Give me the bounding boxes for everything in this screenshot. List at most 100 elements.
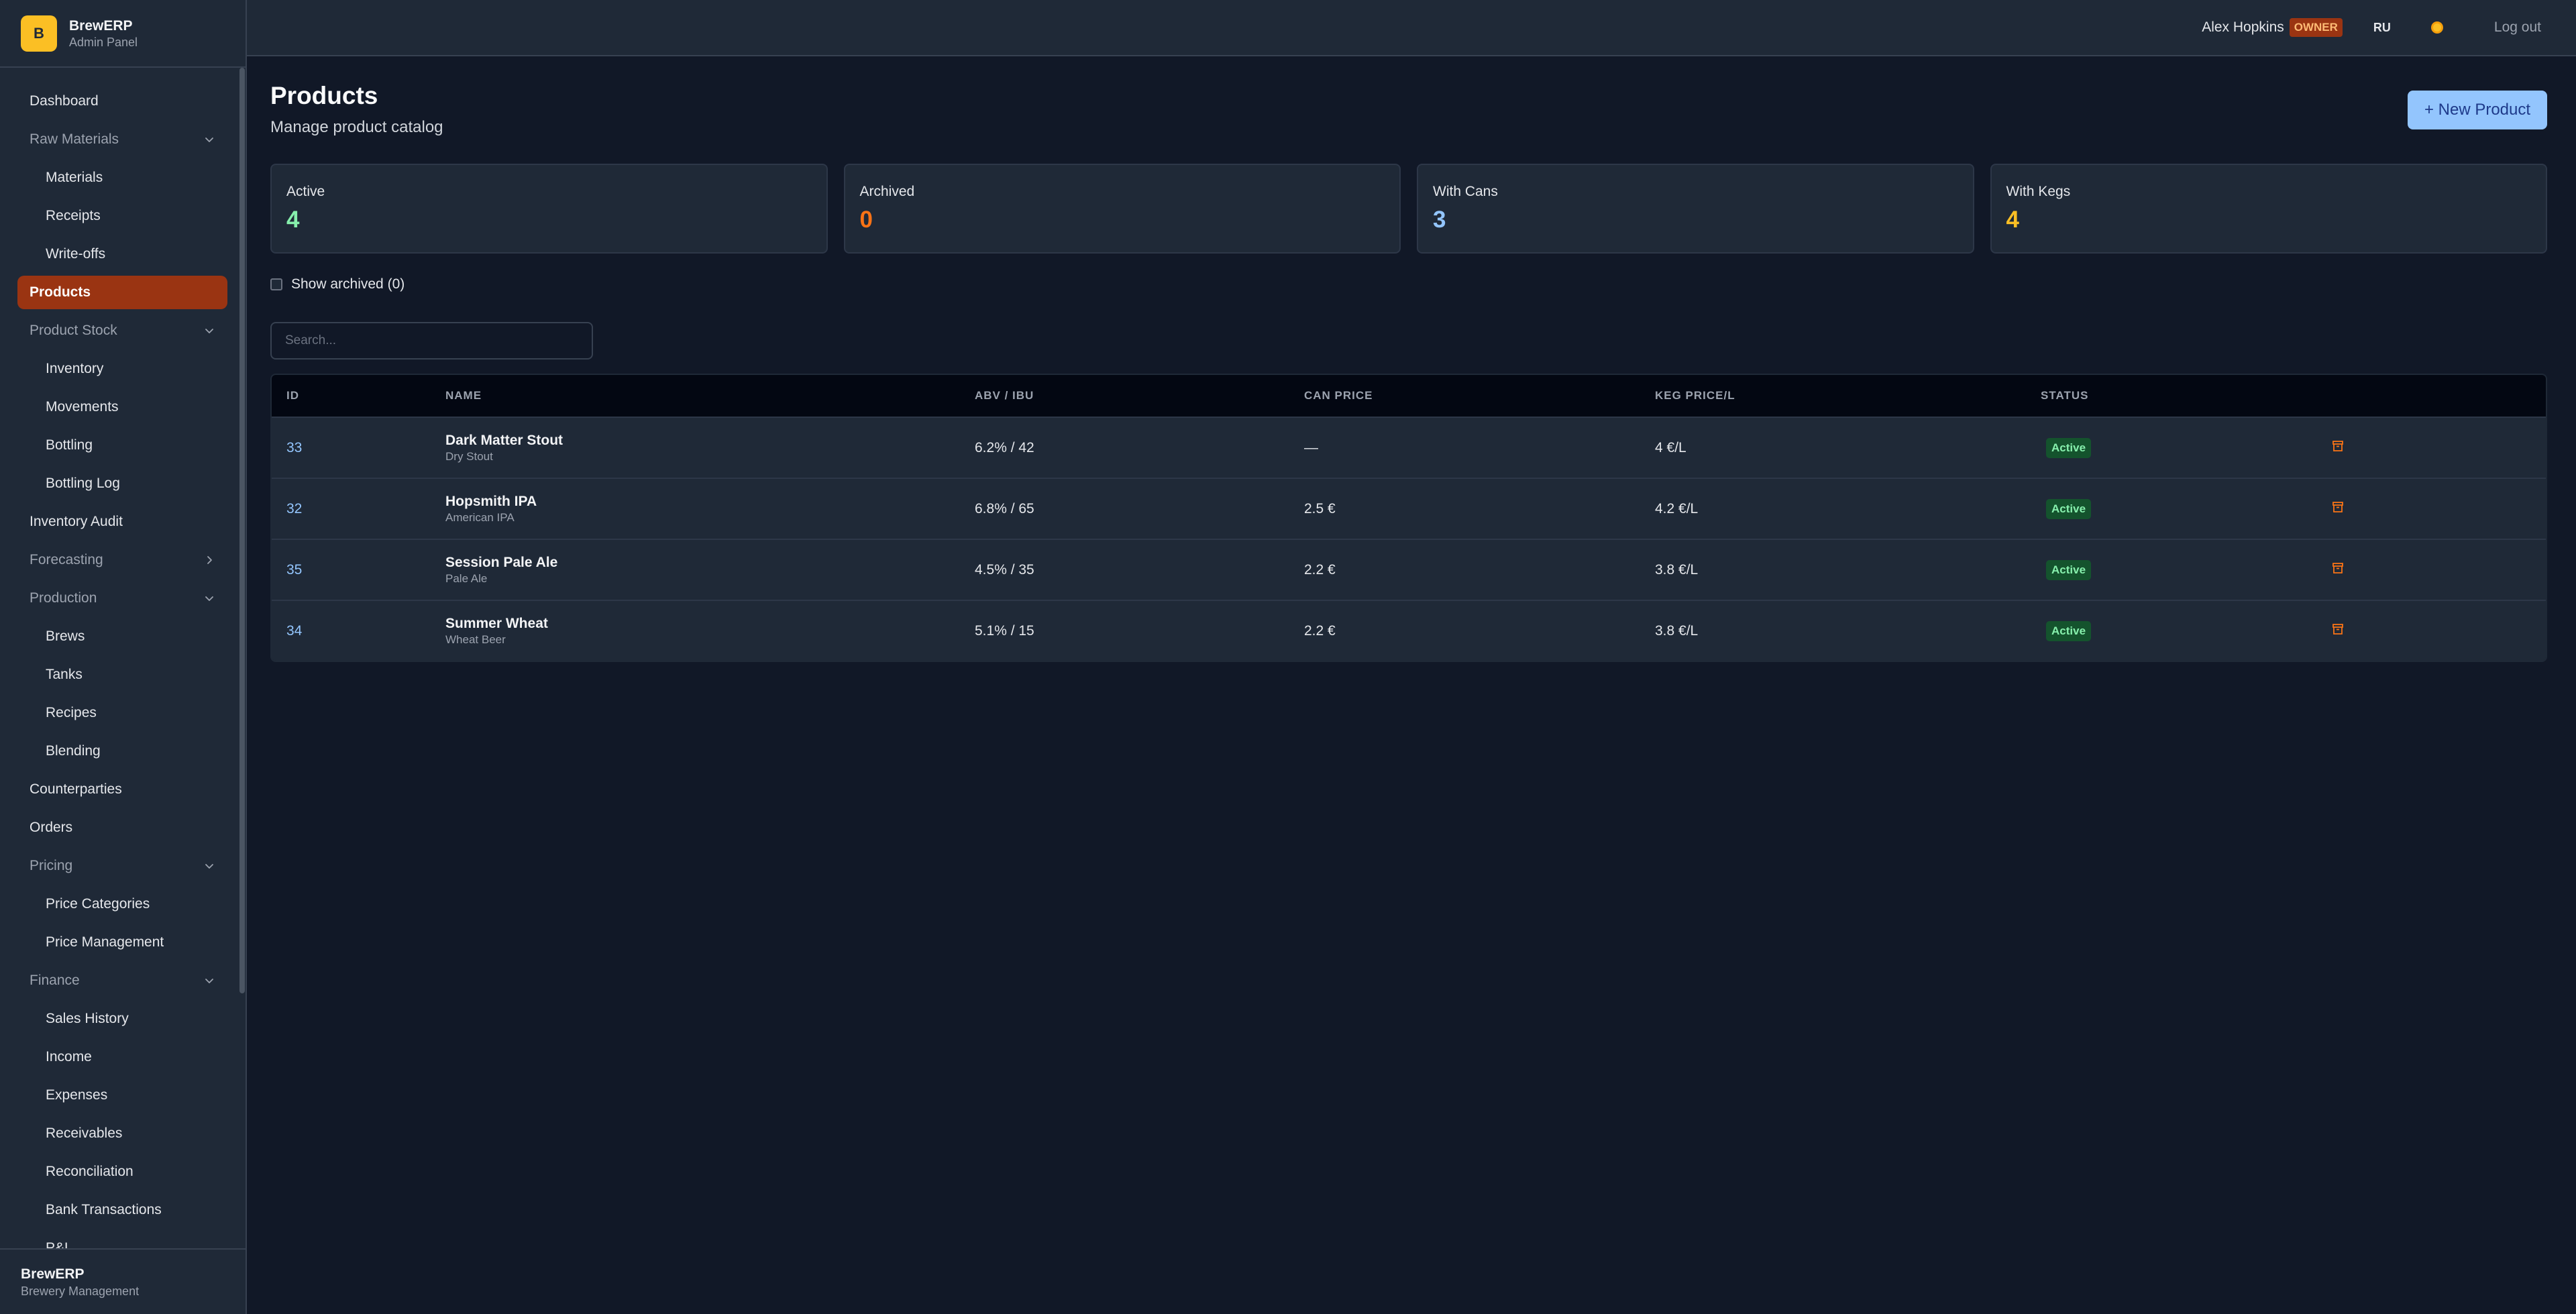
archive-icon bbox=[2331, 622, 2345, 637]
archive-icon bbox=[2331, 439, 2345, 454]
sidebar-item-label: Bank Transactions bbox=[46, 1202, 162, 1217]
sidebar-item-sales-history[interactable]: Sales History bbox=[17, 1002, 227, 1036]
stat-card-archived: Archived 0 bbox=[843, 164, 1401, 254]
search-input[interactable] bbox=[270, 322, 593, 360]
brand-logo: B bbox=[21, 15, 57, 52]
brand-header[interactable]: B BrewERP Admin Panel bbox=[0, 0, 246, 68]
product-style: Dry Stout bbox=[445, 449, 493, 463]
product-name: Session Pale Ale bbox=[445, 554, 558, 570]
sidebar-item-products[interactable]: Products bbox=[17, 276, 227, 309]
sidebar-item-label: Tanks bbox=[46, 667, 83, 682]
column-header-keg-price-l: KEG PRICE/L bbox=[1655, 389, 1735, 402]
sidebar-item-bottling-log[interactable]: Bottling Log bbox=[17, 467, 227, 500]
cell-name: Dark Matter Stout Dry Stout bbox=[445, 432, 975, 464]
sidebar-footer: BrewERP Brewery Management bbox=[0, 1248, 246, 1314]
column-header-can-price: CAN PRICE bbox=[1304, 389, 1373, 402]
sidebar-item-orders[interactable]: Orders bbox=[17, 811, 227, 844]
archive-icon bbox=[2331, 500, 2345, 515]
sidebar-item-label: Raw Materials bbox=[30, 131, 119, 147]
product-id-link[interactable]: 34 bbox=[286, 623, 302, 639]
cell-keg-price: 4 €/L bbox=[1655, 439, 1686, 455]
product-id-link[interactable]: 32 bbox=[286, 501, 302, 516]
brand-name: BrewERP bbox=[69, 17, 133, 34]
sidebar-item-reconciliation[interactable]: Reconciliation bbox=[17, 1155, 227, 1189]
sidebar-item-finance[interactable]: Finance bbox=[17, 964, 227, 997]
cell-id: 35 bbox=[272, 562, 445, 578]
sidebar-item-brews[interactable]: Brews bbox=[17, 620, 227, 653]
footer-subtitle: Brewery Management bbox=[21, 1284, 140, 1298]
status-badge: Active bbox=[2046, 620, 2092, 641]
user-name: Alex Hopkins bbox=[2202, 19, 2284, 35]
archive-button[interactable] bbox=[2331, 622, 2346, 637]
show-archived-checkbox[interactable] bbox=[270, 278, 282, 290]
archive-button[interactable] bbox=[2331, 439, 2346, 454]
stat-label: Active bbox=[286, 184, 325, 199]
stat-value: 4 bbox=[286, 207, 300, 233]
sidebar-item-label: Expenses bbox=[46, 1087, 108, 1103]
sidebar-item-label: Price Categories bbox=[46, 896, 150, 912]
cell-abv-ibu: 4.5% / 35 bbox=[975, 561, 1034, 578]
product-id-link[interactable]: 35 bbox=[286, 562, 302, 578]
sidebar-item-label: Income bbox=[46, 1049, 92, 1064]
product-id-link[interactable]: 33 bbox=[286, 440, 302, 455]
sidebar-item-raw-materials[interactable]: Raw Materials bbox=[17, 123, 227, 156]
sidebar-item-label: Movements bbox=[46, 399, 119, 415]
cell-name: Hopsmith IPA American IPA bbox=[445, 493, 975, 525]
show-archived-toggle[interactable]: Show archived (0) bbox=[270, 276, 405, 292]
sidebar-item-materials[interactable]: Materials bbox=[17, 161, 227, 195]
sidebar-item-receipts[interactable]: Receipts bbox=[17, 199, 227, 233]
sidebar-item-label: Production bbox=[30, 590, 97, 606]
brand-text: BrewERP Admin Panel bbox=[69, 17, 138, 50]
sidebar-item-bank-transactions[interactable]: Bank Transactions bbox=[17, 1193, 227, 1227]
table-row[interactable]: 34 Summer Wheat Wheat Beer 5.1% / 15 2.2 € 3.… bbox=[272, 600, 2546, 661]
stat-card-with-kegs: With Kegs 4 bbox=[1990, 164, 2547, 254]
sidebar-item-product-stock[interactable]: Product Stock bbox=[17, 314, 227, 347]
cell-status: Active bbox=[2041, 620, 2331, 641]
sidebar-item-price-management[interactable]: Price Management bbox=[17, 926, 227, 959]
product-name: Hopsmith IPA bbox=[445, 493, 537, 509]
cell-actions bbox=[2331, 439, 2546, 456]
new-product-button[interactable]: + New Product bbox=[2408, 91, 2547, 129]
sidebar-item-pricing[interactable]: Pricing bbox=[17, 849, 227, 883]
chevron-right-icon bbox=[203, 554, 215, 566]
sidebar-item-label: Price Management bbox=[46, 934, 164, 950]
sidebar-item-income[interactable]: Income bbox=[17, 1040, 227, 1074]
sidebar-item-bottling[interactable]: Bottling bbox=[17, 429, 227, 462]
stat-card-active: Active 4 bbox=[270, 164, 828, 254]
sidebar-item-label: Receipts bbox=[46, 208, 101, 223]
sidebar-item-inventory[interactable]: Inventory bbox=[17, 352, 227, 386]
sidebar-item-inventory-audit[interactable]: Inventory Audit bbox=[17, 505, 227, 539]
status-badge: Active bbox=[2046, 437, 2092, 458]
sidebar-item-counterparties[interactable]: Counterparties bbox=[17, 773, 227, 806]
archive-button[interactable] bbox=[2331, 561, 2346, 576]
table-row[interactable]: 32 Hopsmith IPA American IPA 6.8% / 65 2.5 €… bbox=[272, 478, 2546, 539]
sidebar-item-expenses[interactable]: Expenses bbox=[17, 1079, 227, 1112]
sidebar-item-recipes[interactable]: Recipes bbox=[17, 696, 227, 730]
sidebar-item-price-categories[interactable]: Price Categories bbox=[17, 887, 227, 921]
table-row[interactable]: 35 Session Pale Ale Pale Ale 4.5% / 35 2.2 €… bbox=[272, 539, 2546, 600]
theme-toggle-button[interactable] bbox=[2428, 19, 2446, 36]
stat-label: Archived bbox=[859, 184, 915, 199]
sidebar-item-label: Write-offs bbox=[46, 246, 106, 262]
sidebar-item-movements[interactable]: Movements bbox=[17, 390, 227, 424]
archive-button[interactable] bbox=[2331, 500, 2346, 515]
sidebar-item-production[interactable]: Production bbox=[17, 582, 227, 615]
sidebar-scrollbar-thumb[interactable] bbox=[239, 68, 245, 993]
column-header-abv-ibu: ABV / IBU bbox=[975, 389, 1034, 402]
sidebar-item-forecasting[interactable]: Forecasting bbox=[17, 543, 227, 577]
sidebar-item-blending[interactable]: Blending bbox=[17, 734, 227, 768]
column-header-id: ID bbox=[286, 389, 299, 402]
sidebar-item-tanks[interactable]: Tanks bbox=[17, 658, 227, 692]
language-toggle-button[interactable]: RU bbox=[2373, 21, 2391, 35]
logout-button[interactable]: Log out bbox=[2494, 19, 2541, 36]
chevron-down-icon bbox=[203, 975, 215, 987]
stat-label: With Kegs bbox=[2006, 184, 2071, 199]
sidebar-scrollbar[interactable] bbox=[239, 68, 245, 1248]
stat-card-with-cans: With Cans 3 bbox=[1417, 164, 1974, 254]
table-row[interactable]: 33 Dark Matter Stout Dry Stout 6.2% / 42—4 … bbox=[272, 417, 2546, 478]
cell-id: 33 bbox=[272, 440, 445, 456]
sidebar-item-write-offs[interactable]: Write-offs bbox=[17, 237, 227, 271]
sidebar-item-receivables[interactable]: Receivables bbox=[17, 1117, 227, 1150]
sidebar-item-dashboard[interactable]: Dashboard bbox=[17, 85, 227, 118]
page-title: Products bbox=[270, 82, 378, 109]
